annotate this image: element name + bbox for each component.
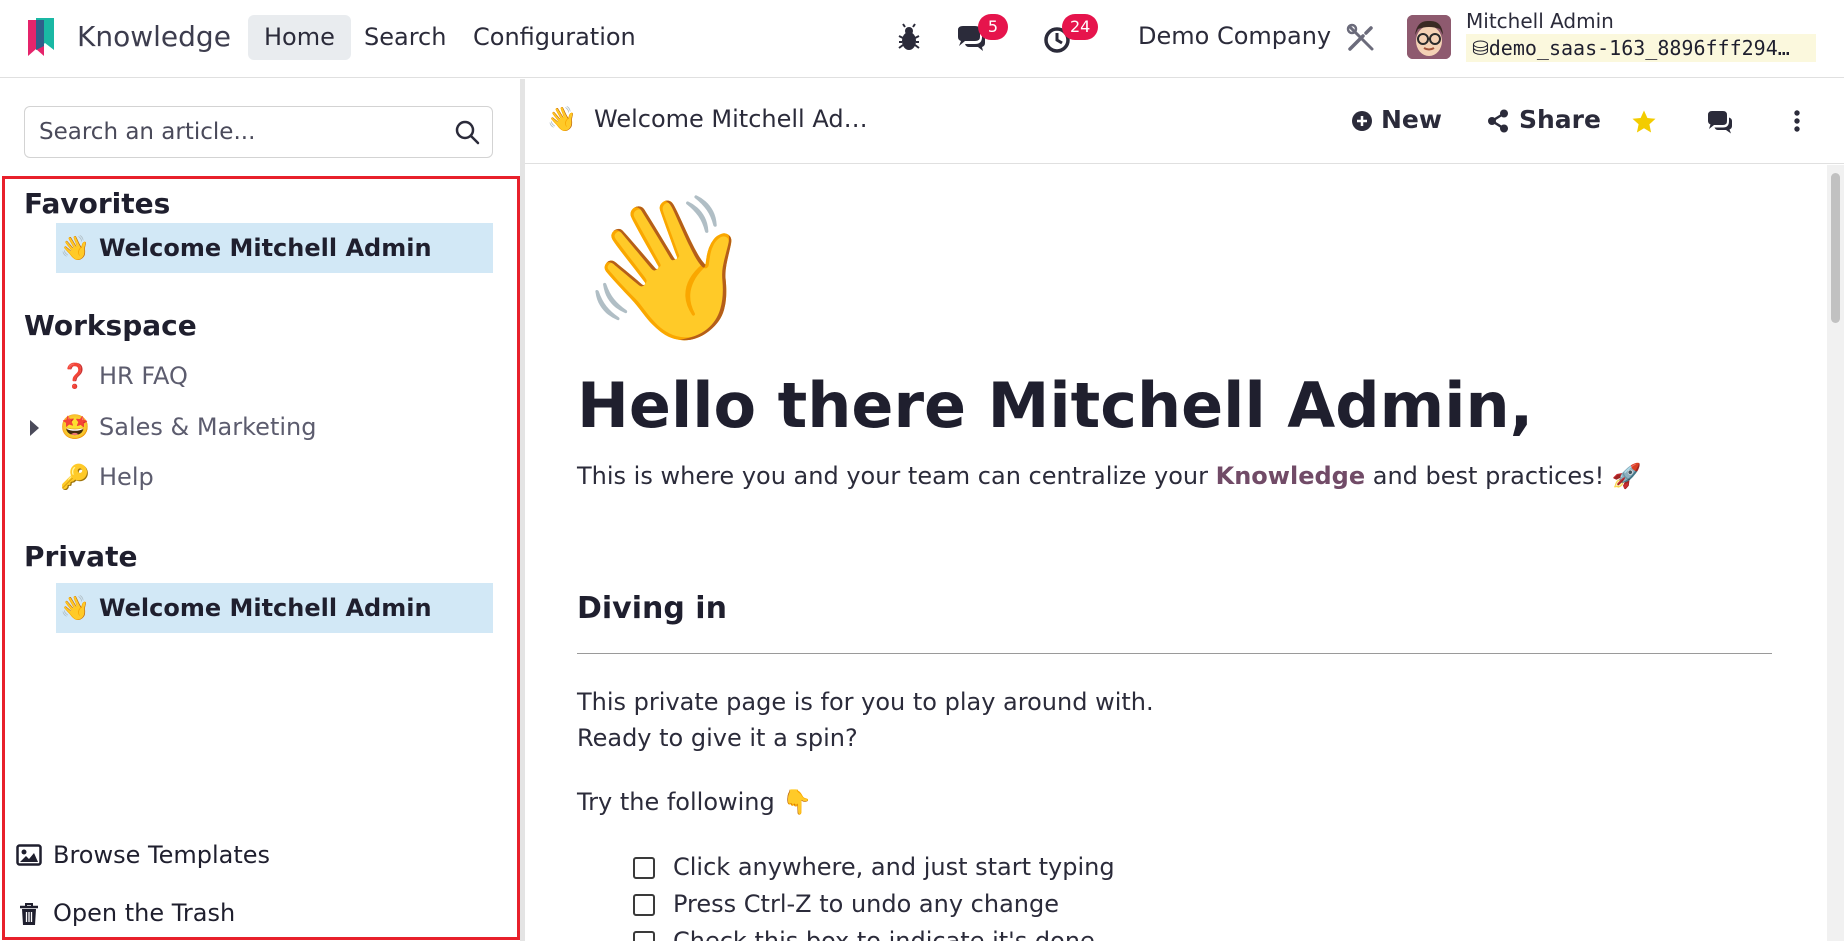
article-breadcrumb-title[interactable]: Welcome Mitchell Ad… bbox=[594, 105, 868, 133]
menu-search[interactable]: Search bbox=[348, 15, 462, 60]
favorite-star-icon[interactable] bbox=[1631, 109, 1657, 135]
key-emoji-icon: 🔑 bbox=[60, 463, 90, 491]
article-scrollbar[interactable] bbox=[1827, 165, 1844, 941]
menu-home[interactable]: Home bbox=[248, 15, 351, 60]
workspace-item-hr-faq[interactable]: ❓ HR FAQ bbox=[56, 351, 493, 401]
article-heading[interactable]: Hello there Mitchell Admin, bbox=[577, 369, 1533, 442]
section-divider bbox=[577, 653, 1772, 654]
wave-emoji-icon: 👋 bbox=[60, 594, 90, 622]
article-intro[interactable]: This is where you and your team can cent… bbox=[577, 462, 1642, 490]
article-search-box[interactable] bbox=[24, 106, 493, 158]
private-section-title: Private bbox=[24, 540, 138, 573]
comments-icon[interactable] bbox=[1706, 109, 1734, 135]
debug-bug-icon[interactable] bbox=[893, 22, 925, 54]
new-button-label: New bbox=[1381, 105, 1442, 134]
trash-icon bbox=[20, 903, 38, 925]
workspace-section-title: Workspace bbox=[24, 309, 197, 342]
star-struck-emoji-icon: 🤩 bbox=[60, 413, 90, 441]
activities-count-badge: 24 bbox=[1062, 14, 1099, 40]
private-item-label: Welcome Mitchell Admin bbox=[99, 594, 432, 622]
database-icon: ⛁ bbox=[1472, 36, 1489, 60]
favorite-item-label: Welcome Mitchell Admin bbox=[99, 234, 432, 262]
app-name[interactable]: Knowledge bbox=[77, 20, 231, 53]
database-name: ⛁demo_saas-163_8896fff294… bbox=[1466, 34, 1816, 62]
intro-text-before: This is where you and your team can cent… bbox=[577, 462, 1216, 490]
user-name[interactable]: Mitchell Admin bbox=[1466, 9, 1614, 33]
scrollbar-thumb[interactable] bbox=[1831, 173, 1840, 323]
article-content[interactable]: 👋 Hello there Mitchell Admin, This is wh… bbox=[525, 165, 1827, 941]
article-header-bar: 👋 Welcome Mitchell Ad… New Share bbox=[525, 79, 1844, 164]
checklist-checkbox[interactable] bbox=[633, 931, 655, 941]
section-heading-diving-in[interactable]: Diving in bbox=[577, 591, 727, 626]
open-trash-label: Open the Trash bbox=[53, 899, 236, 927]
private-item-welcome[interactable]: 👋 Welcome Mitchell Admin bbox=[56, 583, 493, 633]
intro-bold-knowledge: Knowledge bbox=[1215, 462, 1366, 490]
user-avatar[interactable] bbox=[1407, 15, 1451, 59]
messages-count-badge: 5 bbox=[978, 14, 1008, 40]
question-emoji-icon: ❓ bbox=[60, 362, 90, 390]
share-button[interactable]: Share bbox=[1487, 103, 1601, 137]
expand-caret-icon[interactable] bbox=[30, 420, 39, 436]
share-icon bbox=[1488, 109, 1508, 133]
checklist-text: Click anywhere, and just start typing bbox=[673, 853, 1115, 881]
image-icon bbox=[16, 844, 42, 866]
share-button-label: Share bbox=[1519, 105, 1601, 134]
article-search-input[interactable] bbox=[39, 107, 439, 157]
article-paragraph[interactable]: This private page is for you to play aro… bbox=[577, 688, 1154, 716]
browse-templates-link[interactable]: Browse Templates bbox=[16, 839, 316, 873]
menu-configuration[interactable]: Configuration bbox=[457, 15, 652, 60]
wave-emoji-icon: 👋 bbox=[60, 234, 90, 262]
top-navbar: Knowledge Home Search Configuration 5 24… bbox=[0, 0, 1844, 78]
database-label: demo_saas-163_8896fff294… bbox=[1488, 36, 1790, 60]
checklist-text: Check this box to indicate it's done bbox=[673, 927, 1095, 941]
workspace-item-label: HR FAQ bbox=[99, 362, 188, 390]
checklist-checkbox[interactable] bbox=[633, 894, 655, 916]
article-cover-wave-emoji[interactable]: 👋 bbox=[580, 190, 754, 350]
workspace-item-help[interactable]: 🔑 Help bbox=[56, 452, 493, 502]
browse-templates-label: Browse Templates bbox=[53, 841, 271, 869]
checklist-checkbox[interactable] bbox=[633, 857, 655, 879]
more-options-icon[interactable] bbox=[1793, 109, 1801, 135]
article-paragraph[interactable]: Ready to give it a spin? bbox=[577, 724, 858, 752]
favorites-section-title: Favorites bbox=[24, 187, 171, 220]
workspace-item-label: Help bbox=[99, 463, 154, 491]
tools-icon[interactable] bbox=[1345, 22, 1377, 54]
intro-text-after: and best practices! 🚀 bbox=[1365, 462, 1642, 490]
plus-circle-icon bbox=[1352, 111, 1372, 131]
new-article-button[interactable]: New bbox=[1351, 103, 1451, 137]
knowledge-sidebar: Favorites 👋 Welcome Mitchell Admin Works… bbox=[0, 79, 520, 941]
knowledge-logo[interactable] bbox=[24, 16, 58, 60]
search-icon[interactable] bbox=[454, 119, 480, 145]
company-switcher[interactable]: Demo Company bbox=[1138, 22, 1331, 50]
checklist-text: Press Ctrl-Z to undo any change bbox=[673, 890, 1059, 918]
article-paragraph[interactable]: Try the following 👇 bbox=[577, 788, 812, 816]
article-emoji-icon[interactable]: 👋 bbox=[547, 105, 577, 133]
workspace-item-sales-marketing[interactable]: 🤩 Sales & Marketing bbox=[56, 402, 493, 452]
open-trash-link[interactable]: Open the Trash bbox=[16, 897, 316, 931]
workspace-item-label: Sales & Marketing bbox=[99, 413, 317, 441]
favorite-item-welcome[interactable]: 👋 Welcome Mitchell Admin bbox=[56, 223, 493, 273]
user-avatar-image bbox=[1407, 15, 1451, 59]
